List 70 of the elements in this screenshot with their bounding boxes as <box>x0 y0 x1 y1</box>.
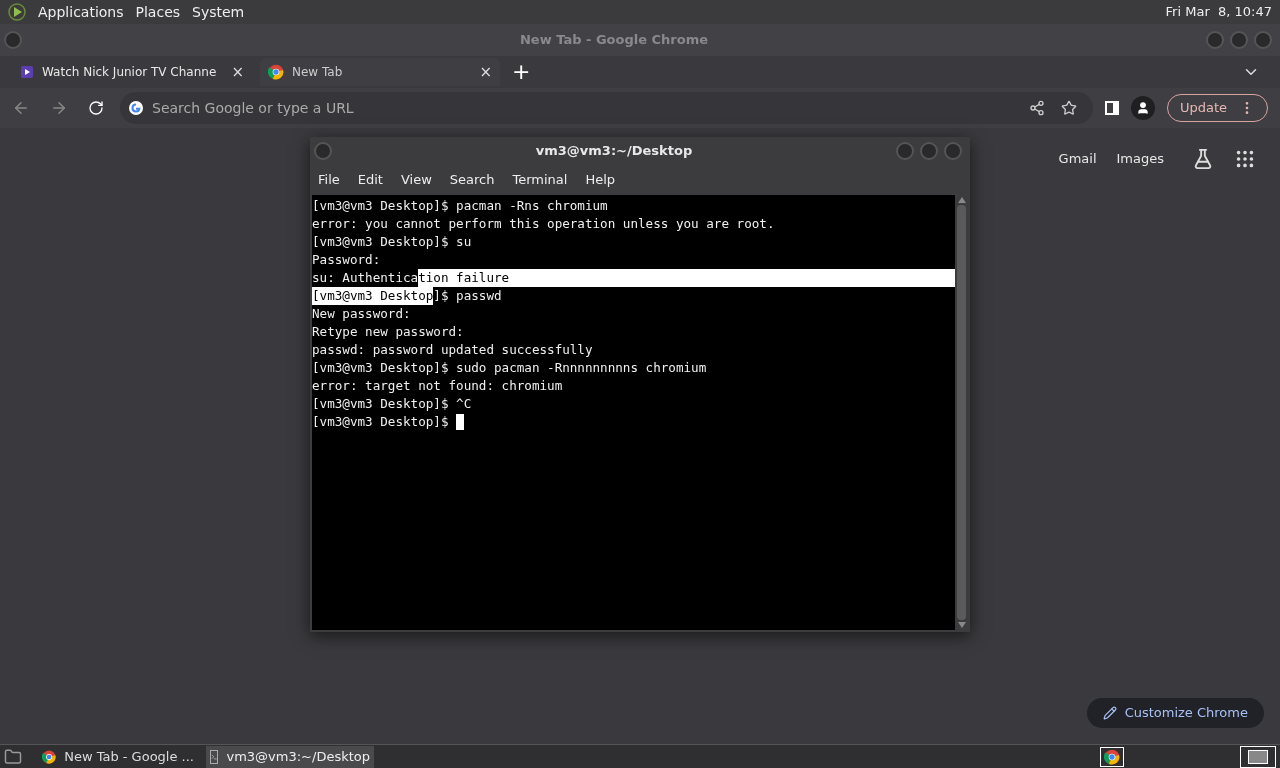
tab-title: New Tab <box>292 64 344 81</box>
workspace-switcher-icon[interactable] <box>1240 745 1276 768</box>
browser-logo-icon <box>42 748 57 765</box>
terminal-icon <box>210 749 219 764</box>
browser-tab[interactable]: New Tab × <box>260 58 500 86</box>
scrollbar[interactable] <box>955 195 968 630</box>
new-tab-button[interactable]: + <box>512 61 531 83</box>
customize-button[interactable]: Customize Chrome <box>1086 698 1264 728</box>
share-icon[interactable] <box>1028 100 1045 116</box>
maximize-button[interactable] <box>920 142 938 160</box>
terminal-text: su: Authentica <box>312 269 419 287</box>
window-menu-button[interactable] <box>4 31 22 49</box>
terminal-text: Retype new password: <box>312 323 464 341</box>
terminal-text: [vm3@vm3 Desktop <box>312 287 434 305</box>
terminal-text: Password: <box>312 251 381 269</box>
profile-avatar-icon[interactable] <box>1130 96 1155 120</box>
clock: Fri Mar 8, 10:47 <box>1165 3 1272 22</box>
taskbar-button[interactable]: New Tab - Google ... <box>38 745 198 768</box>
tab-title: Watch Nick Junior TV Channe <box>42 64 218 81</box>
terminal-text: [vm3@vm3 Desktop]$ ^C <box>312 395 472 413</box>
terminal-text: ]$ passwd <box>433 287 502 305</box>
close-button[interactable] <box>944 142 962 160</box>
bookmark-star-icon[interactable] <box>1060 100 1077 116</box>
tab-close-button[interactable]: × <box>231 64 244 80</box>
tab-close-button[interactable]: × <box>479 64 492 80</box>
terminal-text: passwd: password updated successfully <box>312 341 593 359</box>
browser-tab[interactable]: Watch Nick Junior TV Channe × <box>12 58 252 86</box>
browser-logo-icon <box>1104 748 1120 765</box>
terminal-text: [vm3@vm3 Desktop]$ pacman -Rns chromium <box>312 197 608 215</box>
top-link[interactable]: Images <box>1116 149 1164 169</box>
terminal-title: vm3@vm3:~/Desktop <box>534 142 694 161</box>
terminal-text: error: target not found: chromium <box>312 377 563 395</box>
panel-menu[interactable]: System <box>192 1 245 23</box>
minimize-button[interactable] <box>896 142 914 160</box>
show-desktop-icon[interactable] <box>4 747 22 766</box>
top-link[interactable]: Gmail <box>1058 149 1097 169</box>
terminal-menu[interactable]: File <box>318 170 340 190</box>
terminal-menu[interactable]: Terminal <box>512 170 568 190</box>
window-menu-button[interactable] <box>314 142 332 160</box>
panel-menu[interactable]: Applications <box>38 1 124 23</box>
close-button[interactable] <box>1254 31 1272 49</box>
maximize-button[interactable] <box>1230 31 1248 49</box>
side-panel-icon[interactable] <box>1104 101 1119 115</box>
terminal-text: New password: <box>312 305 411 323</box>
terminal-text: [vm3@vm3 Desktop]$ <box>312 413 450 431</box>
minimize-button[interactable] <box>1206 31 1224 49</box>
terminal-menu[interactable]: Help <box>585 170 616 190</box>
terminal-menu[interactable]: View <box>400 170 432 190</box>
browser-logo-icon <box>268 64 284 80</box>
tray-browser-icon[interactable] <box>1100 746 1124 767</box>
terminal-text: error: you cannot perform this operation unless you are root. <box>312 215 775 233</box>
address-field[interactable]: Search Google or type a URL <box>152 97 1021 119</box>
back-icon[interactable] <box>12 99 30 117</box>
terminal-text: [vm3@vm3 Desktop]$ sudo pacman -Rnnnnnnnnns chromium <box>312 359 707 377</box>
terminal-text: [vm3@vm3 Desktop]$ su <box>312 233 472 251</box>
flask-icon[interactable] <box>1192 148 1214 170</box>
address-bar[interactable]: Search Google or type a URL <box>120 92 1093 124</box>
terminal-menu[interactable]: Edit <box>357 170 383 190</box>
reload-icon[interactable] <box>88 100 104 116</box>
tab-favicon-icon <box>20 65 34 79</box>
window-title: New Tab - Google Chrome <box>518 31 710 50</box>
apps-grid-icon[interactable] <box>1234 148 1256 170</box>
panel-menu[interactable]: Places <box>135 1 181 23</box>
forward-icon[interactable] <box>50 99 68 117</box>
terminal-menu[interactable]: Search <box>449 170 495 190</box>
play-logo-icon <box>8 3 26 21</box>
terminal-text: tion failure <box>418 269 955 287</box>
pencil-icon <box>1102 706 1117 720</box>
google-logo-icon <box>128 100 144 116</box>
taskbar-button[interactable]: vm3@vm3:~/Desktop <box>206 745 374 768</box>
